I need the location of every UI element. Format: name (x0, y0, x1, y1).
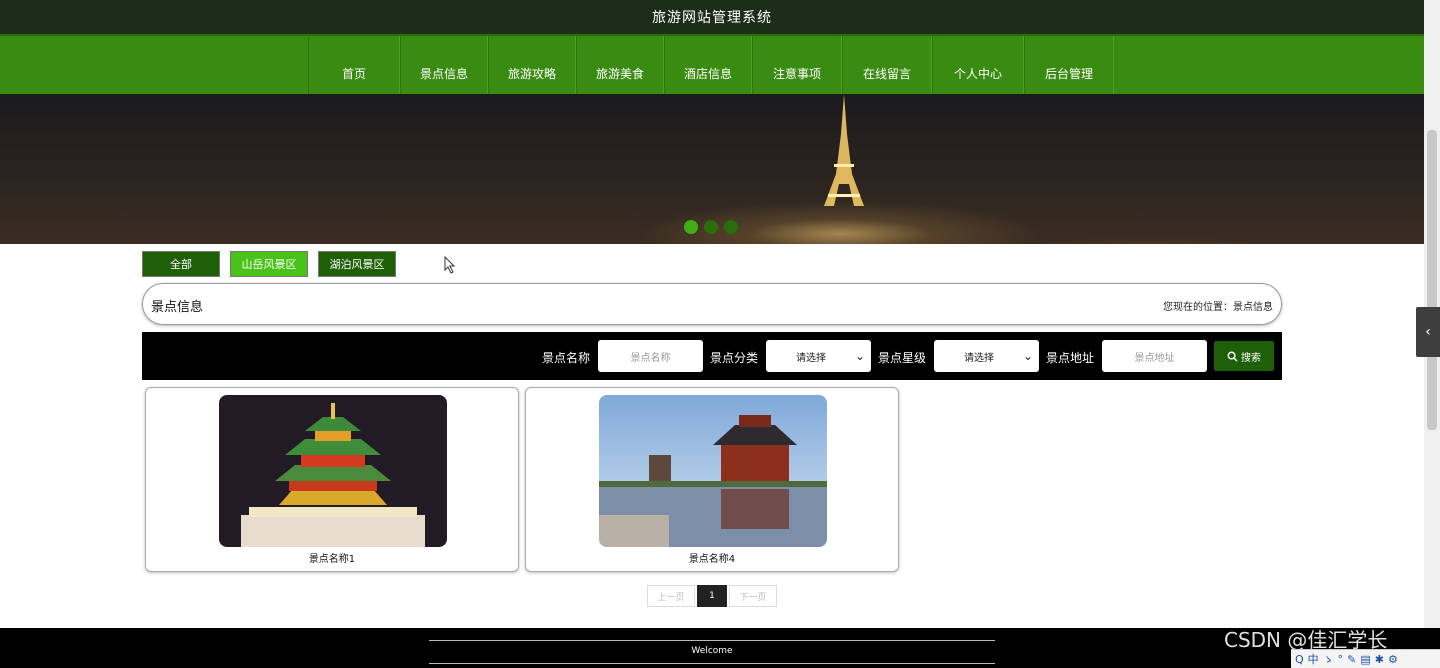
attraction-name: 景点名称1 (308, 554, 356, 565)
attraction-name: 景点名称4 (688, 554, 736, 565)
site-header: 旅游网站管理系统 (0, 0, 1424, 34)
nav-item-messages[interactable]: 在线留言 (842, 36, 932, 94)
page-1-button[interactable]: 1 (697, 585, 727, 607)
carousel-dot-3[interactable] (724, 220, 738, 234)
breadcrumb: 您现在的位置：景点信息 (1163, 302, 1273, 313)
main-nav: 首页 景点信息 旅游攻略 旅游美食 酒店信息 注意事项 在线留言 个人中心 后台… (0, 34, 1424, 94)
search-icon (1227, 351, 1238, 362)
banner-carousel[interactable] (0, 94, 1424, 244)
search-bar: 景点名称 景点名称 景点分类 请选择 ⌄ 景点星级 请选择 ⌄ 景点地址 景点地… (142, 332, 1282, 380)
address-label: 景点地址 (1046, 351, 1095, 365)
chevron-down-icon: ⌄ (1022, 349, 1033, 363)
level-label: 景点星级 (878, 351, 927, 365)
nav-item-hotels[interactable]: 酒店信息 (664, 36, 752, 94)
nav-item-notices[interactable]: 注意事项 (752, 36, 842, 94)
category-select-value: 请选择 (796, 352, 826, 364)
nav-item-guides[interactable]: 旅游攻略 (488, 36, 576, 94)
ime-fullwidth-icon[interactable]: ° (1338, 653, 1344, 666)
chevron-left-icon: ‹ (1425, 324, 1431, 340)
filter-lake-button[interactable]: 湖泊风景区 (318, 251, 396, 277)
scrollbar-thumb[interactable] (1427, 130, 1437, 430)
nav-item-home[interactable]: 首页 (308, 36, 400, 94)
category-filters: 全部 山岳风景区 湖泊风景区 (142, 251, 396, 277)
nav-item-food[interactable]: 旅游美食 (576, 36, 664, 94)
next-page-button[interactable]: 下一页 (729, 585, 777, 607)
pagination: 上一页 1 下一页 (647, 585, 777, 607)
ime-handwrite-icon[interactable]: ✎ (1347, 653, 1356, 666)
ime-logo-icon[interactable]: Q (1295, 653, 1304, 666)
ime-punctuation-icon[interactable]: ゝ (1323, 651, 1334, 667)
search-button[interactable]: 搜索 (1214, 341, 1274, 371)
mouse-cursor-icon (444, 256, 456, 274)
ime-skin-icon[interactable]: ✱ (1375, 653, 1384, 666)
carousel-dot-1[interactable] (684, 220, 698, 234)
attraction-card[interactable]: 景点名称4 (525, 387, 899, 572)
ime-settings-icon[interactable]: ⚙ (1388, 653, 1398, 666)
category-select[interactable]: 请选择 ⌄ (766, 340, 871, 372)
ime-keyboard-icon[interactable]: ▤ (1360, 653, 1370, 666)
nav-item-profile[interactable]: 个人中心 (932, 36, 1024, 94)
site-title: 旅游网站管理系统 (652, 10, 772, 26)
chevron-down-icon: ⌄ (854, 349, 865, 363)
filter-all-button[interactable]: 全部 (142, 251, 220, 277)
nav-item-admin[interactable]: 后台管理 (1024, 36, 1114, 94)
attraction-image (219, 395, 447, 547)
prev-page-button[interactable]: 上一页 (647, 585, 695, 607)
level-select-value: 请选择 (964, 352, 994, 364)
category-label: 景点分类 (710, 351, 759, 365)
section-header: 景点信息 您现在的位置：景点信息 (142, 283, 1282, 325)
filter-mountain-button[interactable]: 山岳风景区 (230, 251, 308, 277)
side-panel-toggle[interactable]: ‹ (1416, 307, 1440, 357)
level-select[interactable]: 请选择 ⌄ (934, 340, 1039, 372)
footer-welcome: Welcome (691, 646, 733, 656)
search-button-label: 搜索 (1241, 352, 1261, 364)
eiffel-tower-image (824, 94, 864, 206)
nav-item-attractions[interactable]: 景点信息 (400, 36, 488, 94)
footer-divider (429, 640, 995, 641)
footer-divider (429, 663, 995, 664)
section-title: 景点信息 (151, 300, 204, 315)
name-search-input[interactable]: 景点名称 (598, 340, 703, 372)
address-search-input[interactable]: 景点地址 (1102, 340, 1207, 372)
name-label: 景点名称 (542, 351, 591, 365)
ime-toolbar: Q 中 ゝ ° ✎ ▤ ✱ ⚙ (1291, 649, 1440, 668)
carousel-dot-2[interactable] (704, 220, 718, 234)
attraction-card[interactable]: 景点名称1 (145, 387, 519, 572)
attraction-image (599, 395, 827, 547)
ime-language-icon[interactable]: 中 (1308, 651, 1319, 667)
